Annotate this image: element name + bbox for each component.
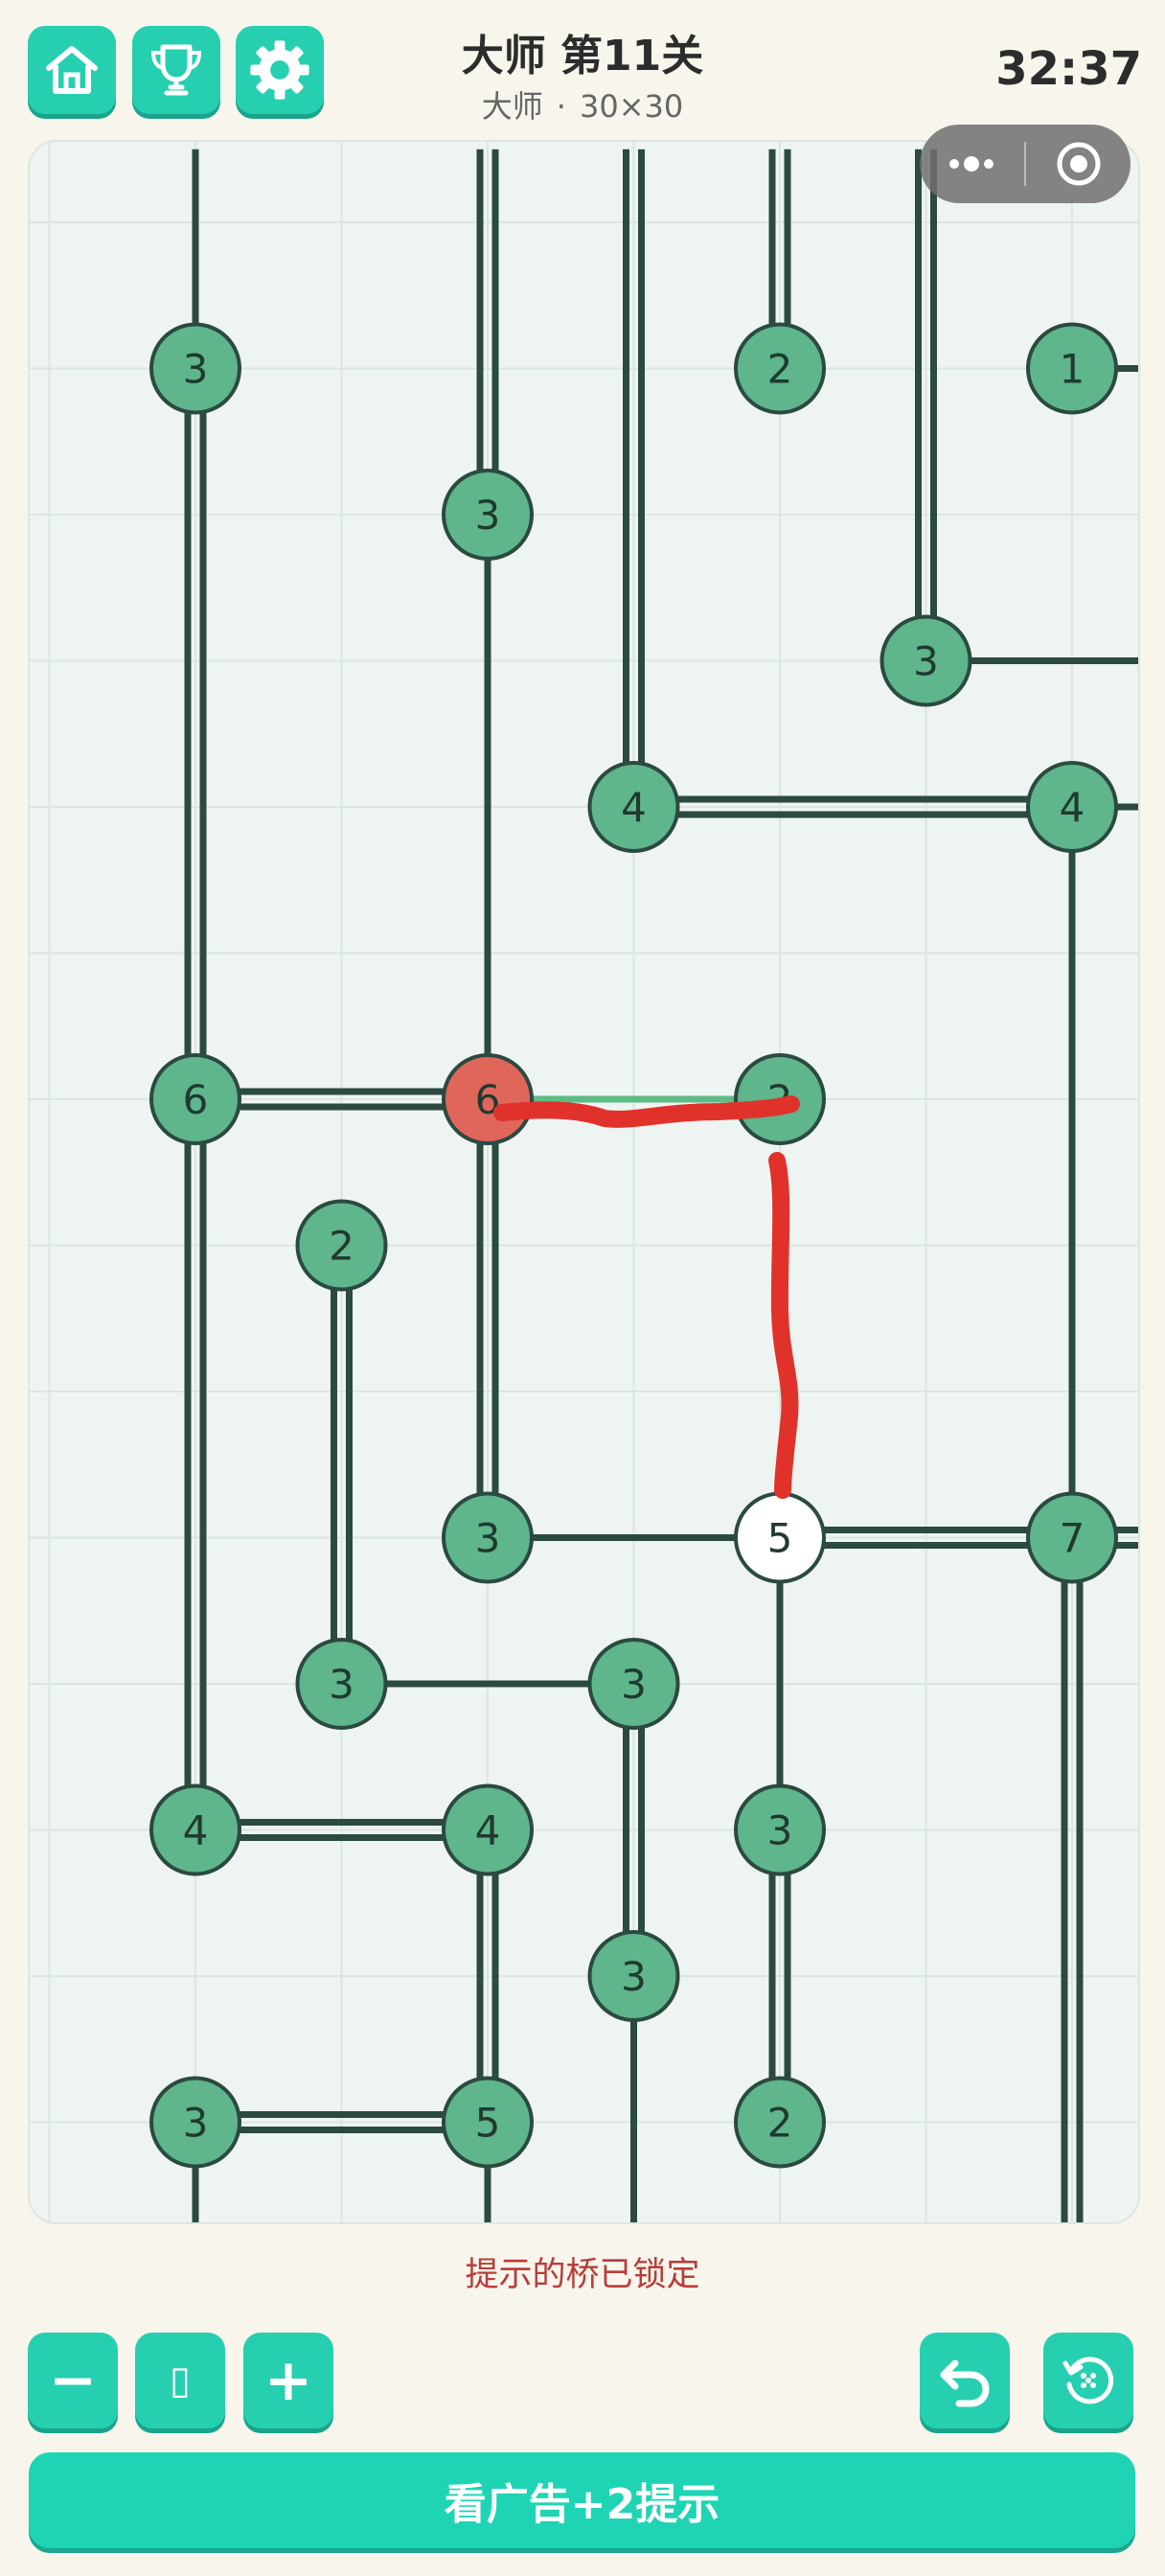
zoom-out-icon: − [48, 2347, 98, 2414]
island[interactable]: 6 [149, 1053, 241, 1145]
island-value: 1 [1060, 346, 1085, 393]
level-title: 大师 第11关 [461, 32, 704, 80]
board-canvas[interactable]: 3 2 1334 46 6 223 5 73 34 4 333 5 2 [30, 142, 1138, 2222]
bridges-layer [184, 149, 1138, 2222]
island-value: 3 [475, 1515, 501, 1562]
island-value: 4 [475, 1807, 501, 1854]
close-button[interactable] [1027, 125, 1131, 203]
island-value: 3 [475, 492, 501, 539]
zoom-out-button[interactable]: − [28, 2333, 118, 2428]
more-button[interactable] [920, 125, 1023, 203]
island[interactable]: 3 [734, 1783, 826, 1876]
subtitle-separator: · [556, 88, 566, 125]
zoom-in-button[interactable]: + [243, 2333, 333, 2428]
island-value: 7 [1060, 1515, 1085, 1562]
mini-program-capsule [920, 125, 1131, 203]
grid-lines [30, 142, 1138, 2222]
island[interactable]: 3 [879, 614, 972, 707]
island-value: 4 [183, 1807, 209, 1854]
island[interactable]: 3 [587, 1930, 680, 2022]
difficulty-label: 大师 [481, 88, 543, 125]
island[interactable]: 4 [442, 1783, 534, 1876]
island-value: 4 [621, 784, 647, 831]
island[interactable]: 5 [442, 2076, 534, 2169]
restart-icon [1062, 2357, 1114, 2404]
watch-ad-hint-button[interactable]: 看广告+2提示 [29, 2452, 1135, 2548]
island-value: 6 [183, 1076, 209, 1123]
island-value: 3 [183, 346, 209, 393]
island-value: 2 [767, 2100, 793, 2147]
timer: 32:37 [995, 42, 1142, 96]
island[interactable]: 3 [149, 2076, 241, 2169]
island-value: 2 [329, 1223, 354, 1270]
island[interactable]: 4 [587, 761, 680, 853]
island-value: 5 [475, 2100, 501, 2147]
island[interactable]: 3 [149, 322, 241, 415]
island-value: 4 [1060, 784, 1085, 831]
zoom-reset-icon: ▯ [169, 2358, 191, 2403]
island[interactable]: 3 [442, 1491, 534, 1584]
island-value: 3 [767, 1807, 793, 1854]
island[interactable]: 2 [295, 1199, 388, 1292]
island[interactable]: 3 [295, 1638, 388, 1730]
scribble-annotation [493, 1095, 800, 1499]
undo-button[interactable] [920, 2333, 1010, 2428]
island-value: 5 [767, 1515, 793, 1562]
capsule-divider [1024, 142, 1026, 186]
island-value: 2 [767, 346, 793, 393]
undo-icon [940, 2359, 990, 2407]
island-value: 3 [183, 2100, 209, 2147]
island[interactable]: 4 [1026, 761, 1118, 853]
zoom-reset-button[interactable]: ▯ [135, 2333, 225, 2428]
island[interactable]: 2 [734, 2076, 826, 2169]
restart-button[interactable] [1043, 2333, 1133, 2428]
island[interactable]: 3 [442, 469, 534, 561]
island[interactable]: 5 [734, 1491, 826, 1584]
level-subtitle: 大师 · 30×30 [0, 82, 1165, 126]
island-value: 3 [621, 1661, 647, 1708]
island[interactable]: 7 [1026, 1491, 1118, 1584]
game-board[interactable]: 32133446622357334433352 [28, 140, 1140, 2224]
grid-size-label: 30×30 [579, 88, 684, 125]
status-message: 提示的桥已锁定 [465, 2256, 700, 2294]
island[interactable]: 3 [587, 1638, 680, 1730]
zoom-in-icon: + [263, 2347, 313, 2414]
island-value: 3 [329, 1661, 354, 1708]
island-value: 3 [621, 1953, 647, 2000]
island-value: 3 [913, 638, 939, 685]
island[interactable]: 2 [734, 322, 826, 415]
target-icon [1057, 142, 1101, 186]
island[interactable]: 6 [442, 1053, 534, 1145]
more-icon [949, 156, 994, 172]
island[interactable]: 4 [149, 1783, 241, 1876]
island[interactable]: 1 [1026, 322, 1118, 415]
